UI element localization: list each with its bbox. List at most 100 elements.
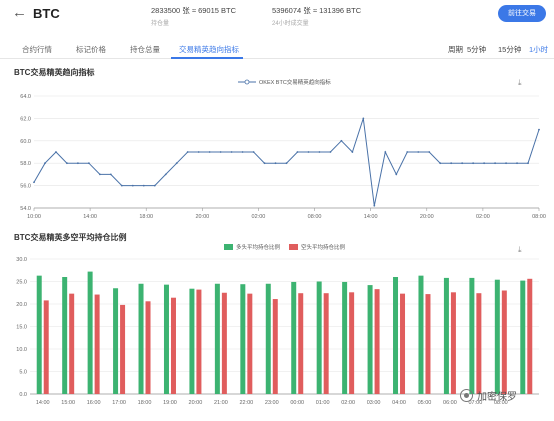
bar-y-tick-label: 25.0 <box>16 280 27 286</box>
line-point <box>131 184 134 187</box>
watermark-text: 加密保罗 <box>477 392 517 403</box>
line-series <box>33 118 540 206</box>
line-point <box>219 151 222 153</box>
line-point <box>527 162 529 165</box>
line-point <box>417 151 420 153</box>
line-point <box>538 128 540 131</box>
bar-y-tick-label: 20.0 <box>16 302 27 308</box>
line-point <box>516 162 518 165</box>
bar-chart-title: BTC交易精英多空平均持仓比例 <box>14 233 127 242</box>
short-bar <box>425 294 431 394</box>
period-1h[interactable]: 1小时 <box>529 44 548 55</box>
line-point <box>263 162 266 165</box>
short-bar <box>69 293 75 394</box>
short-bar <box>400 293 406 394</box>
line-point <box>66 162 68 165</box>
bar-x-tick-label: 18:00 <box>138 400 152 406</box>
long-bar <box>367 285 373 394</box>
long-bar <box>163 284 169 394</box>
tab-open-interest[interactable]: 持仓总量 <box>130 44 160 55</box>
line-point <box>384 151 387 153</box>
long-bar <box>240 284 246 394</box>
line-legend-swatch <box>238 79 256 85</box>
top-bar: ← BTC 2833500 张 ≈ 69015 BTC 持仓量 5396074 … <box>0 0 554 36</box>
line-x-tick-label: 02:00 <box>252 214 266 220</box>
bar-y-tick-label: 10.0 <box>16 347 27 353</box>
line-point <box>340 139 343 142</box>
bar-y-tick-label: 5.0 <box>19 370 27 376</box>
line-point <box>274 162 277 165</box>
long-bar <box>291 281 297 394</box>
line-point <box>252 151 255 153</box>
line-point <box>208 151 211 153</box>
bar-legend-short: 空头平均持仓比例 <box>289 243 345 251</box>
bar-x-tick-label: 01:00 <box>316 400 330 406</box>
line-point <box>395 173 398 176</box>
line-point <box>296 151 299 153</box>
short-bar <box>120 304 126 394</box>
bar-x-tick-label: 23:00 <box>265 400 279 406</box>
period-5min[interactable]: 5分钟 <box>467 44 486 55</box>
line-point <box>230 151 233 153</box>
watermark: 加密保罗 <box>460 388 517 403</box>
bar-y-tick-label: 30.0 <box>16 257 27 263</box>
bar-x-tick-label: 03:00 <box>367 400 381 406</box>
long-bar <box>494 279 500 394</box>
bar-x-tick-label: 15:00 <box>61 400 75 406</box>
long-bar <box>87 271 93 394</box>
long-bar <box>520 280 526 394</box>
long-legend-label: 多头平均持仓比例 <box>236 245 281 251</box>
long-swatch <box>224 244 233 250</box>
line-x-tick-label: 08:00 <box>308 214 322 220</box>
volume-label: 24小时成交量 <box>272 21 309 27</box>
short-bar <box>527 278 533 394</box>
short-bar <box>476 293 482 394</box>
line-point <box>33 181 35 184</box>
short-bar <box>501 290 507 394</box>
open-interest-stat: 2833500 张 ≈ 69015 BTC 持仓量 <box>151 5 236 27</box>
line-point <box>307 151 310 153</box>
line-y-tick-label: 54.0 <box>20 206 31 212</box>
line-y-tick-label: 56.0 <box>20 184 31 190</box>
line-legend: OKEX BTC交易精英趋向指标 <box>238 78 331 86</box>
bar-x-tick-label: 05:00 <box>418 400 432 406</box>
open-interest-value: 2833500 张 ≈ 69015 BTC <box>151 6 237 15</box>
tab-mark-price[interactable]: 标记价格 <box>76 44 106 55</box>
line-x-tick-label: 10:00 <box>27 214 41 220</box>
line-point <box>197 151 200 153</box>
line-point <box>120 184 123 187</box>
tab-contract-market[interactable]: 合约行情 <box>22 44 52 55</box>
short-swatch <box>289 244 298 250</box>
line-point <box>44 162 46 165</box>
line-point <box>318 151 321 153</box>
period-15min[interactable]: 15分钟 <box>498 44 521 55</box>
line-point <box>329 151 332 153</box>
bar-x-tick-label: 20:00 <box>189 400 203 406</box>
tab-elite-trend[interactable]: 交易精英趋向指标 <box>179 44 239 55</box>
bar-x-tick-label: 14:00 <box>36 400 50 406</box>
short-bar <box>221 292 227 394</box>
line-y-tick-label: 60.0 <box>20 139 31 145</box>
short-bar <box>374 289 380 394</box>
short-bar <box>247 293 253 394</box>
bar-y-tick-label: 0.0 <box>19 392 27 398</box>
bar-x-tick-label: 04:00 <box>392 400 406 406</box>
long-bar <box>265 283 271 394</box>
line-point <box>461 162 464 165</box>
short-bar <box>145 301 151 394</box>
line-point <box>439 162 442 165</box>
page-title: BTC <box>33 6 60 21</box>
trade-button[interactable]: 前往交易 <box>498 5 546 22</box>
bar-x-tick-label: 22:00 <box>239 400 253 406</box>
short-bar <box>272 299 278 394</box>
line-point <box>109 173 112 176</box>
line-point <box>483 162 486 165</box>
back-arrow-icon[interactable]: ← <box>12 5 27 21</box>
short-bar <box>450 292 456 394</box>
line-x-tick-label: 02:00 <box>476 214 490 220</box>
short-bar <box>323 293 329 394</box>
bar-x-tick-label: 19:00 <box>163 400 177 406</box>
line-point <box>285 162 288 165</box>
line-point <box>87 162 90 165</box>
line-point <box>164 173 167 176</box>
